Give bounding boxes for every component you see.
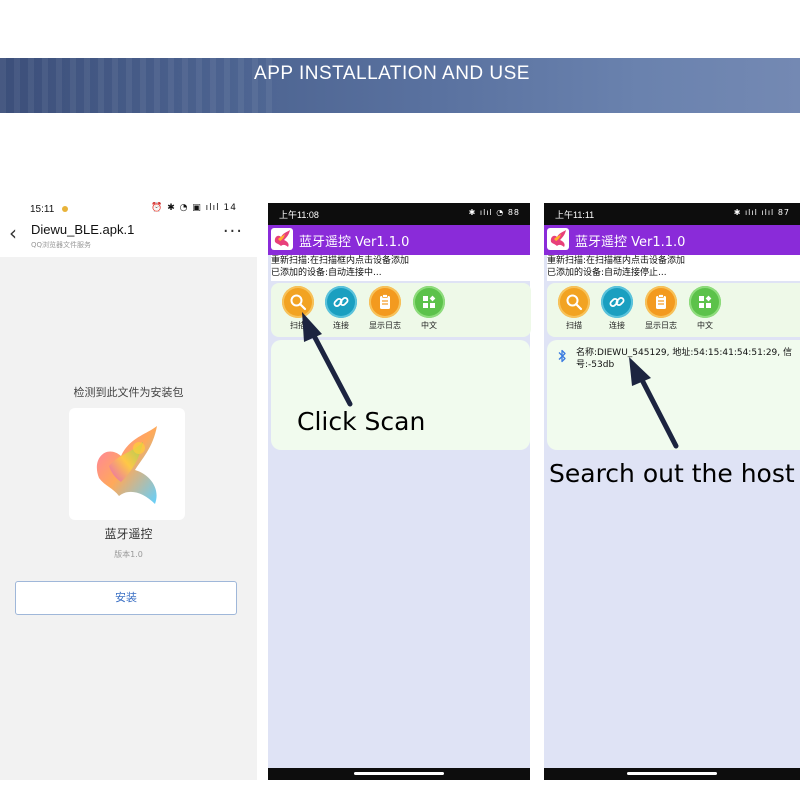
device-info-line: 名称:DIEWU_545129, 地址:54:15:41:54:51:29, 信 (576, 348, 792, 358)
app-title: 蓝牙遥控 Ver1.1.0 (299, 235, 410, 250)
app-title: 蓝牙遥控 Ver1.1.0 (575, 235, 686, 250)
notification-dot-icon (62, 206, 68, 212)
status-bar: 上午11:11 ✱ ılıl ılıl 87 (544, 203, 800, 225)
info-line: 重新扫描:在扫描框内点击设备添加 (547, 256, 686, 266)
app-logo-icon (547, 228, 569, 250)
device-signal-line: 号:-53db (576, 360, 615, 370)
app-name: 蓝牙遥控 (104, 527, 153, 541)
info-line: 已添加的设备:自动连接停止... (547, 268, 667, 278)
status-time: 上午11:11 (555, 210, 595, 220)
home-indicator (268, 768, 530, 780)
grid-icon (413, 286, 445, 318)
status-icons: ✱ ılıl ılıl 87 (733, 208, 790, 217)
toolbar: 扫描 连接 显示日志 中文 (547, 283, 800, 337)
chinese-button[interactable]: 中文 (687, 286, 723, 331)
connect-button[interactable]: 连接 (599, 286, 635, 331)
chinese-label: 中文 (697, 321, 713, 330)
status-icons: ⏰ ✱ ◔ ▣ ılıl 14 (151, 203, 237, 213)
connect-label: 连接 (609, 321, 625, 330)
device-list-item[interactable]: 名称:DIEWU_545129, 地址:54:15:41:54:51:29, 信… (553, 347, 798, 371)
app-logo-icon (271, 228, 293, 250)
banner-title: APP INSTALLATION AND USE (254, 63, 530, 84)
show-log-button[interactable]: 显示日志 (643, 286, 679, 331)
link-icon (601, 286, 633, 318)
file-name: Diewu_BLE.apk.1 (31, 222, 135, 237)
status-icons: ✱ ılıl ◔ 88 (468, 208, 520, 217)
chinese-label: 中文 (421, 321, 437, 330)
connect-button[interactable]: 连接 (323, 286, 359, 331)
title-bar: 蓝牙遥控 Ver1.1.0 (268, 225, 530, 255)
clipboard-icon (645, 286, 677, 318)
scan-label: 扫描 (566, 321, 582, 330)
device-list-panel: 名称:DIEWU_545129, 地址:54:15:41:54:51:29, 信… (547, 340, 800, 450)
scan-button[interactable]: 扫描 (280, 286, 316, 331)
status-time: 15:11 (30, 204, 55, 215)
status-time: 上午11:08 (279, 210, 319, 220)
connect-label: 连接 (333, 321, 349, 330)
show-log-label: 显示日志 (369, 321, 401, 330)
link-icon (325, 286, 357, 318)
home-indicator (544, 768, 800, 780)
app-logo-icon (69, 408, 185, 520)
clipboard-icon (369, 286, 401, 318)
show-log-label: 显示日志 (645, 321, 677, 330)
more-menu-icon[interactable]: ··· (223, 223, 243, 241)
show-log-button[interactable]: 显示日志 (367, 286, 403, 331)
scan-button[interactable]: 扫描 (556, 286, 592, 331)
app-version: 版本1.0 (114, 550, 143, 559)
install-button[interactable]: 安装 (15, 581, 237, 615)
header-banner: APP INSTALLATION AND USE (0, 58, 800, 113)
installer-screen: 15:11 ⏰ ✱ ◔ ▣ ılıl 14 ‹ Diewu_BLE.apk.1 … (0, 197, 257, 780)
grid-icon (689, 286, 721, 318)
bluetooth-icon (557, 349, 567, 363)
installer-header: 15:11 ⏰ ✱ ◔ ▣ ılıl 14 ‹ Diewu_BLE.apk.1 … (0, 197, 257, 257)
info-text: 重新扫描:在扫描框内点击设备添加 已添加的设备:自动连接中... (271, 255, 533, 281)
search-icon (282, 286, 314, 318)
info-text: 重新扫描:在扫描框内点击设备添加 已添加的设备:自动连接停止... (547, 255, 800, 281)
back-arrow-icon[interactable]: ‹ (9, 223, 17, 243)
click-scan-callout: Click Scan (297, 407, 426, 436)
file-source-subtitle: QQ浏览器文件服务 (31, 241, 92, 249)
search-host-callout: Search out the host (549, 459, 795, 488)
host-found-screen: 上午11:11 ✱ ılıl ılıl 87 蓝牙遥控 Ver1.1.0 重新扫… (544, 203, 800, 780)
detected-package-text: 检测到此文件为安装包 (73, 386, 184, 399)
info-line: 重新扫描:在扫描框内点击设备添加 (271, 256, 410, 266)
status-bar: 上午11:08 ✱ ılıl ◔ 88 (268, 203, 530, 225)
info-line: 已添加的设备:自动连接中... (271, 268, 382, 278)
scan-label: 扫描 (290, 321, 306, 330)
chinese-button[interactable]: 中文 (411, 286, 447, 331)
toolbar: 扫描 连接 显示日志 中文 (271, 283, 531, 337)
search-icon (558, 286, 590, 318)
scan-screen: 上午11:08 ✱ ılıl ◔ 88 蓝牙遥控 Ver1.1.0 重新扫描:在… (268, 203, 533, 780)
title-bar: 蓝牙遥控 Ver1.1.0 (544, 225, 800, 255)
